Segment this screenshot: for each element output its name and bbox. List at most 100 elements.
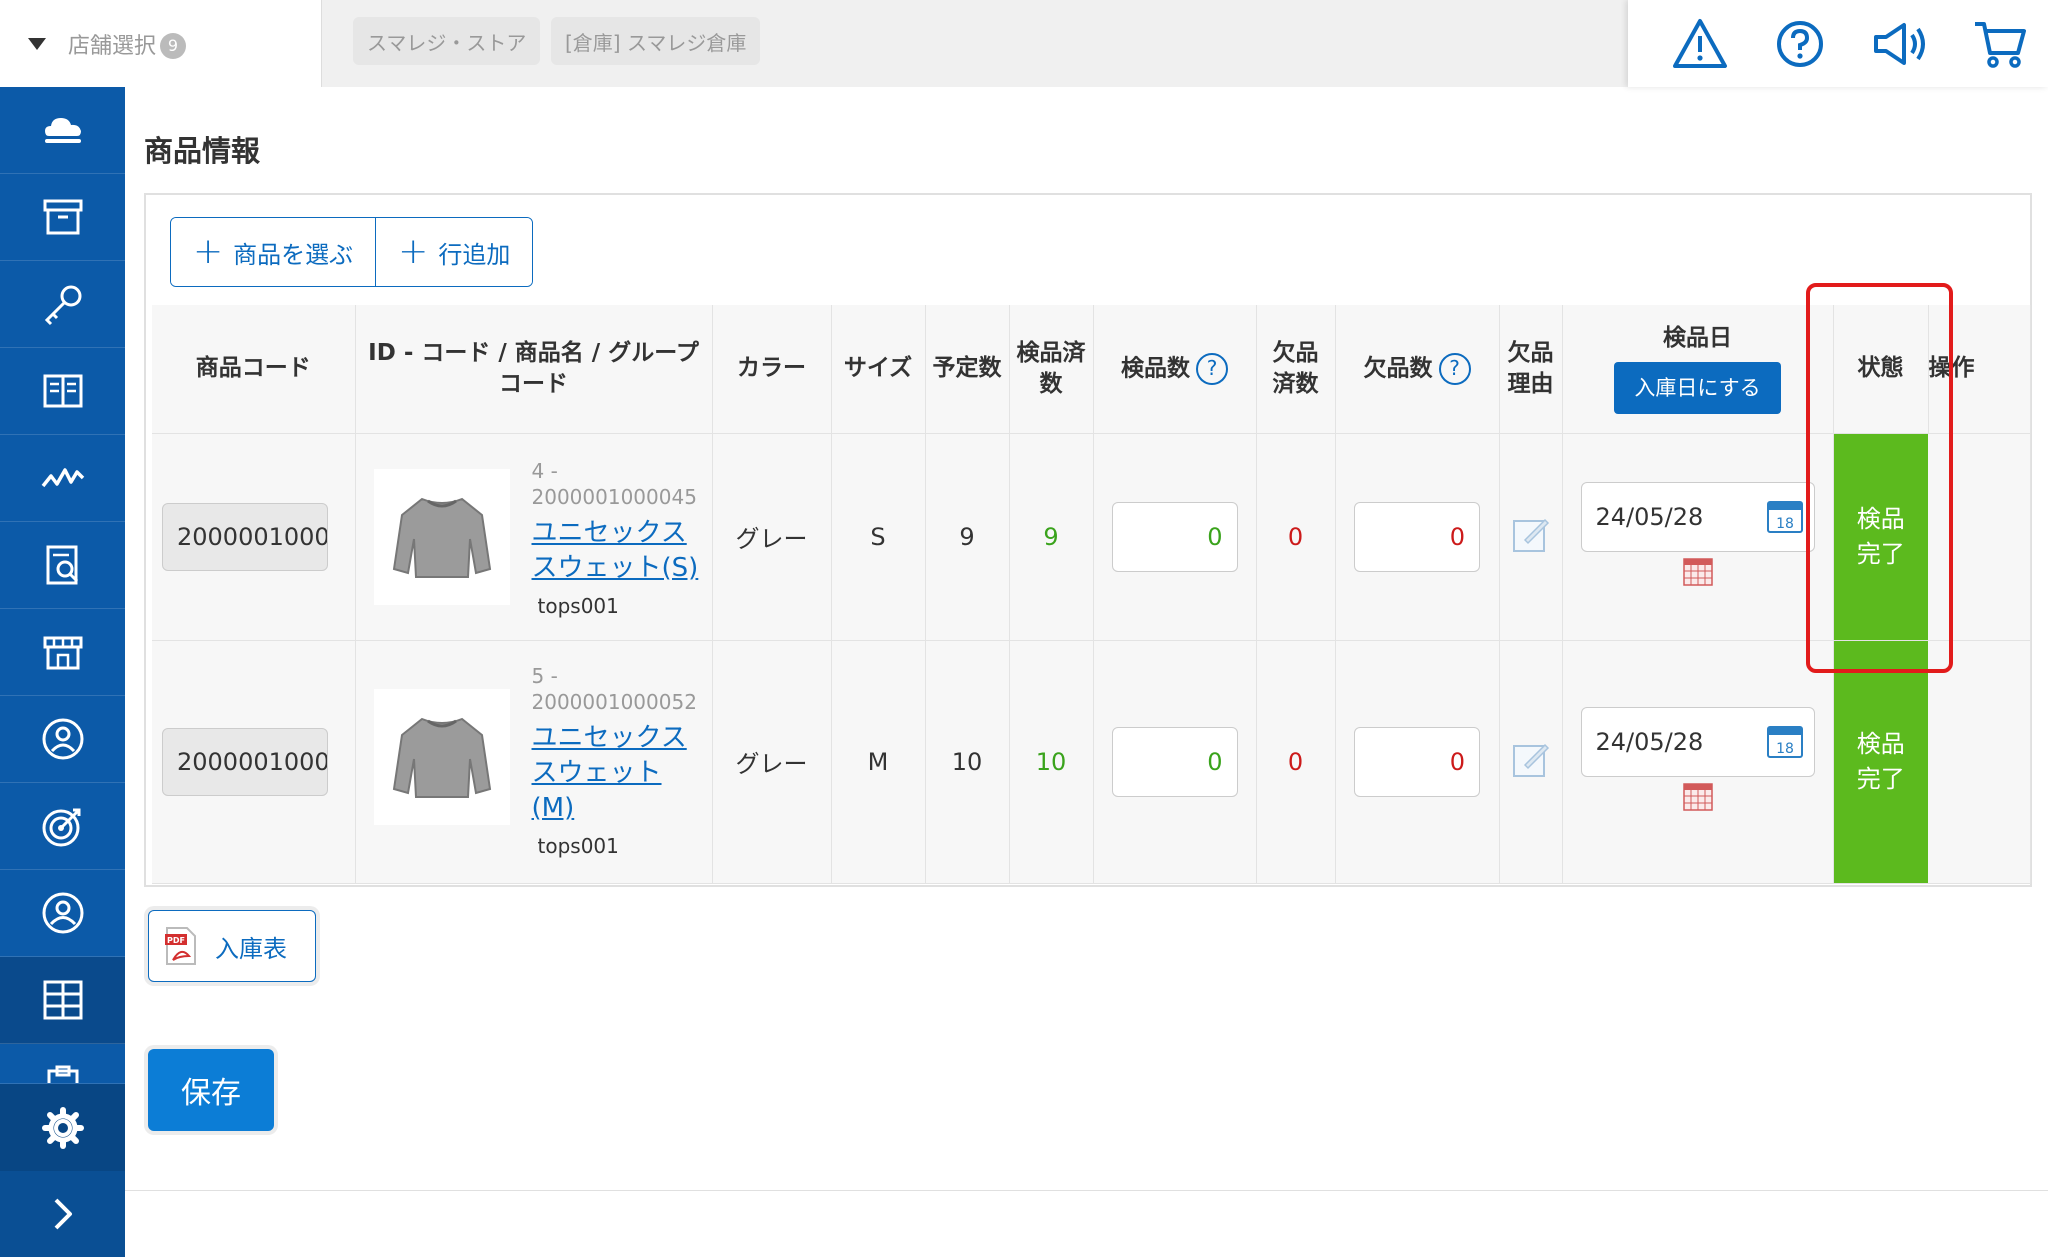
sidebar-item-analytics[interactable] — [0, 435, 125, 522]
divider — [125, 1190, 2048, 1191]
sidebar-item-target[interactable] — [0, 783, 125, 870]
col-inspected-done[interactable]: 検品済数 — [1009, 305, 1094, 434]
operation-cell — [1928, 640, 2031, 884]
inspect-count-input[interactable]: 0 — [1111, 726, 1238, 797]
sidebar-item-customer[interactable] — [0, 696, 125, 783]
inspect-date-cell: 24/05/28 18 — [1562, 640, 1834, 884]
shortage-reason-cell — [1499, 640, 1563, 884]
col-shortage-reason-label: 欠品理由 — [1507, 339, 1554, 397]
sidebar-item-cloud[interactable] — [0, 87, 125, 174]
calendar-icon[interactable]: 18 — [1766, 497, 1804, 535]
edit-note-icon[interactable] — [1511, 739, 1551, 779]
product-code-input[interactable]: 2000001000052 — [162, 727, 328, 796]
inspect-date-value: 24/05/28 — [1595, 727, 1704, 756]
col-size[interactable]: サイズ — [831, 305, 926, 434]
col-shortage-count-label: 欠品数 — [1363, 355, 1433, 382]
key-icon — [44, 285, 81, 326]
col-inspect-date[interactable]: 検品日 入庫日にする — [1562, 305, 1834, 434]
add-row-label: 行追加 — [438, 240, 511, 269]
save-button[interactable]: 保存 — [148, 1049, 274, 1131]
col-inspect-count-label: 検品数 — [1121, 355, 1190, 382]
product-name-link[interactable]: ユニセックススウェット(M) — [532, 721, 702, 826]
calendar-grid-icon[interactable] — [1682, 782, 1713, 811]
product-id-code: 5 - 2000001000052 — [531, 663, 697, 714]
edit-note-icon[interactable] — [1511, 514, 1551, 554]
store-chip[interactable]: スマレジ・ストア — [353, 17, 541, 65]
shortage-count-input[interactable]: 0 — [1354, 501, 1480, 572]
target-icon — [42, 808, 80, 847]
group-code: tops001 — [537, 593, 619, 618]
table-row: 2000001000052 5 - 2000001000052 ユニセックススウ… — [152, 640, 2031, 884]
help-icon[interactable] — [1770, 14, 1830, 74]
inspect-date-input[interactable]: 24/05/28 18 — [1580, 481, 1815, 552]
chevron-right-icon — [54, 1198, 72, 1230]
sweatshirt-image — [392, 717, 491, 798]
warning-icon[interactable] — [1670, 14, 1730, 74]
col-inspected-done-label: 検品済数 — [1016, 339, 1086, 397]
sweatshirt-image — [392, 497, 491, 578]
help-icon[interactable]: ? — [1438, 352, 1471, 385]
store-count-badge: 9 — [160, 32, 187, 59]
sidebar-item-clipboard[interactable] — [0, 1044, 125, 1084]
help-icon[interactable]: ? — [1196, 352, 1228, 385]
person-icon — [42, 892, 83, 934]
calendar-icon[interactable]: 18 — [1766, 722, 1804, 760]
sidebar-item-book[interactable] — [0, 348, 125, 435]
product-name-link[interactable]: ユニセックススウェット(S) — [532, 516, 702, 586]
planned-cell: 10 — [925, 640, 1010, 884]
product-table: 商品コード ID - コード / 商品名 / グループコード カラー サイズ 予… — [152, 305, 2031, 884]
store-selector[interactable]: 店舗選択 9 — [0, 0, 322, 87]
svg-text:18: 18 — [1776, 741, 1794, 757]
status-label: 検品完了 — [1856, 729, 1905, 793]
sidebar-item-box[interactable] — [0, 174, 125, 261]
shortage-count-cell: 0 — [1335, 433, 1500, 641]
table-row: 2000001000045 4 - 2000001000045 ユニセックススウ… — [152, 433, 2031, 641]
status-column-highlight — [1806, 283, 1953, 673]
planned-cell: 9 — [925, 433, 1010, 641]
set-arrival-date-button[interactable]: 入庫日にする — [1614, 362, 1781, 415]
inspect-date-value: 24/05/28 — [1595, 502, 1704, 531]
size-cell: M — [831, 640, 926, 884]
cart-icon[interactable] — [1970, 14, 2030, 74]
line-chart-icon — [41, 468, 84, 488]
col-shortage-done-label: 欠品済数 — [1272, 339, 1319, 397]
pdf-receipt-button[interactable]: PDF 入庫表 — [148, 910, 316, 982]
col-id-name[interactable]: ID - コード / 商品名 / グループコード — [355, 305, 713, 434]
add-row-button[interactable]: + 行追加 — [375, 218, 533, 286]
sidebar-item-report[interactable] — [0, 522, 125, 609]
select-product-button[interactable]: + 商品を選ぶ — [171, 218, 376, 286]
col-shortage-count[interactable]: 欠品数? — [1335, 305, 1500, 434]
col-shortage-done[interactable]: 欠品済数 — [1256, 305, 1336, 434]
sidebar-item-key[interactable] — [0, 261, 125, 348]
settings-button[interactable] — [0, 1084, 125, 1171]
user-circle-icon — [42, 718, 83, 760]
col-inspect-count[interactable]: 検品数? — [1093, 305, 1257, 434]
product-thumbnail — [373, 688, 510, 825]
report-search-icon — [46, 545, 78, 585]
color-cell: グレー — [712, 433, 832, 641]
col-planned[interactable]: 予定数 — [925, 305, 1010, 434]
inspect-date-input[interactable]: 24/05/28 18 — [1580, 706, 1815, 777]
sidebar-item-inventory[interactable] — [0, 957, 125, 1044]
megaphone-icon[interactable] — [1870, 14, 1930, 74]
col-color[interactable]: カラー — [712, 305, 832, 434]
sidebar-item-staff[interactable] — [0, 870, 125, 957]
product-thumbnail — [373, 468, 510, 605]
header-actions — [1628, 0, 2048, 87]
inspect-count-cell: 0 — [1093, 640, 1257, 884]
product-panel: + 商品を選ぶ + 行追加 商品コード ID - コード / 商品名 / グループコ… — [144, 193, 2032, 887]
col-shortage-reason[interactable]: 欠品理由 — [1499, 305, 1563, 434]
expand-sidebar-button[interactable] — [0, 1171, 125, 1257]
col-product-code[interactable]: 商品コード — [152, 305, 356, 434]
select-product-label: 商品を選ぶ — [233, 240, 354, 269]
inspected-done-cell: 10 — [1009, 640, 1094, 884]
product-code-input[interactable]: 2000001000045 — [162, 502, 328, 571]
shortage-count-input[interactable]: 0 — [1354, 726, 1480, 797]
store-chip[interactable]: [倉庫] スマレジ倉庫 — [551, 17, 761, 65]
inspect-date-cell: 24/05/28 18 — [1562, 433, 1834, 641]
color-cell: グレー — [712, 640, 832, 884]
cloud-icon — [44, 118, 81, 143]
calendar-grid-icon[interactable] — [1682, 557, 1713, 586]
sidebar-item-store[interactable] — [0, 609, 125, 696]
inspect-count-input[interactable]: 0 — [1111, 501, 1238, 572]
